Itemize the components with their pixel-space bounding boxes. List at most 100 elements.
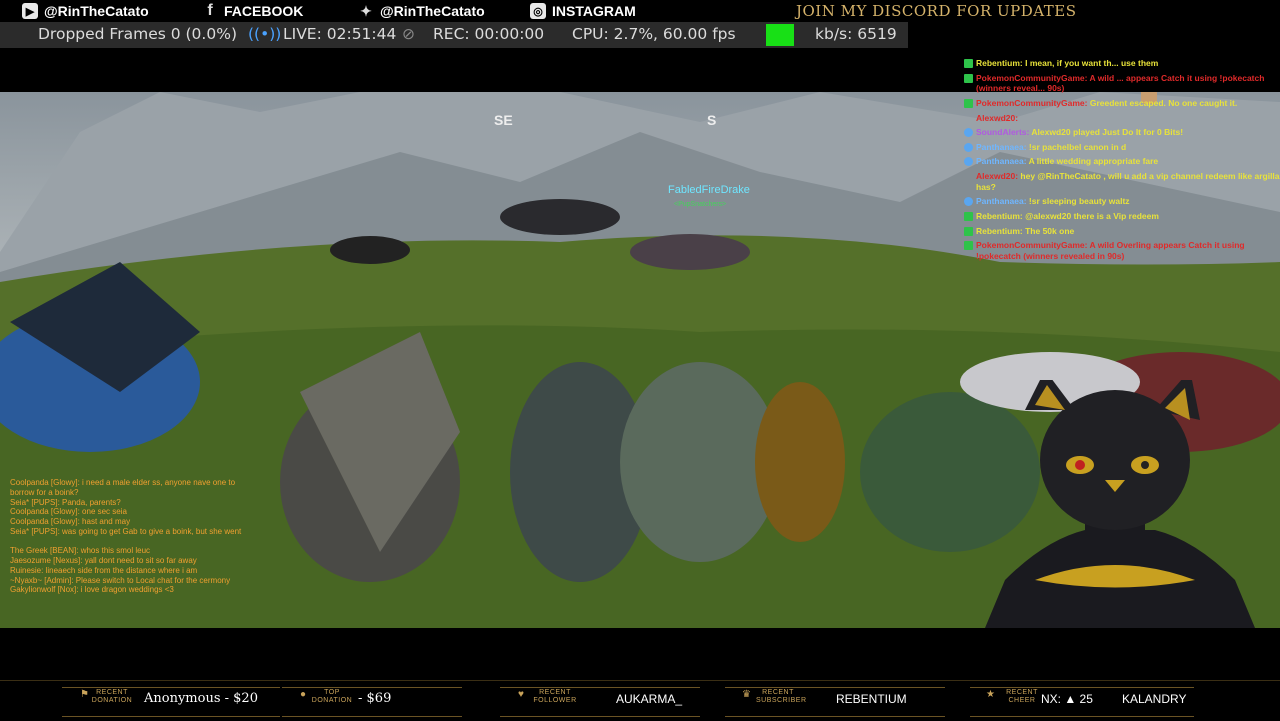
game-chat-line: The Greek [BEAN]: whos this smol leuc [10, 546, 151, 556]
top-donation-label: TOP DONATION [311, 689, 353, 705]
chat-username[interactable]: SoundAlerts: [976, 127, 1029, 137]
trophy-icon: ♛ [742, 689, 751, 700]
recent-follower-value: AUKARMA_ [616, 692, 683, 706]
chat-username[interactable]: Rebentium: [976, 226, 1023, 236]
chat-message: Rebentium: The 50k one [962, 226, 1280, 237]
twitch-chat: Rebentium: I mean, if you want th... use… [962, 58, 1280, 265]
top-donation-value: - $69 [358, 691, 392, 706]
moneybag-icon: ● [300, 689, 307, 700]
game-chat-line: Coolpanda [Glowy]: hast and may [10, 517, 131, 526]
chat-text: I mean, if you want th... use them [1022, 58, 1159, 68]
chat-username[interactable]: Alexwd20: [976, 113, 1018, 123]
facebook-icon: f [207, 2, 213, 19]
game-chat-line: ~Nyaxb~ [Admin]: Please switch to Local … [10, 575, 231, 585]
chat-message: Panthanaea: !sr sleeping beauty waltz [962, 196, 1280, 207]
chat-text: !sr pachelbel canon in d [1026, 141, 1127, 152]
recent-cheer-value: NX: ▲ 25 [1041, 692, 1093, 706]
recent-subscriber-value: REBENTIUM [836, 692, 907, 706]
chat-username[interactable]: PokemonCommunityGame: [976, 98, 1087, 108]
game-chat-line: Seia* [PUPS]: Panda, parents? [10, 497, 121, 507]
instagram-label: INSTAGRAM [552, 3, 636, 19]
chat-message: PokemonCommunityGame: Greedent escaped. … [962, 98, 1280, 109]
game-chat-line: Seia* [PUPS]: was going to get Gab to gi… [10, 526, 242, 536]
checkmark-badge-icon [964, 73, 973, 83]
youtube-link[interactable]: ▶ @RinTheCatato [22, 2, 149, 20]
instagram-link[interactable]: ◎ INSTAGRAM [530, 2, 636, 20]
game-chat-line: borrow for a boink? [10, 487, 79, 497]
cpu-stats: CPU: 2.7%, 60.00 fps [572, 25, 736, 43]
youtube-icon: ▶ [22, 3, 38, 19]
chat-message: PokemonCommunityGame: A wild Overling ap… [962, 240, 1280, 261]
verified-badge-icon [964, 197, 973, 207]
chat-message: Rebentium: I mean, if you want th... use… [962, 58, 1280, 69]
checkmark-badge-icon [964, 226, 973, 236]
player-nameplate: FabledFireDrake [668, 184, 750, 196]
bitrate: kb/s: 6519 [815, 25, 897, 43]
discord-banner[interactable]: JOIN MY DISCORD FOR UPDATES [796, 2, 1077, 20]
twitter-icon: ✦ [360, 2, 372, 19]
verified-badge-icon [964, 142, 973, 152]
chat-text: hey @RinTheCatato , will u add a vip cha… [976, 171, 1280, 192]
recent-cheer-user: KALANDRY [1122, 692, 1187, 706]
recent-follower-label: RECENT FOLLOWER [533, 689, 577, 705]
twitter-handle: @RinTheCatato [380, 3, 485, 19]
recent-subscriber-label: RECENT SUBSCRIBER [756, 689, 807, 705]
chat-username[interactable]: PokemonCommunityGame: [976, 240, 1087, 250]
youtube-handle: @RinTheCatato [44, 3, 149, 19]
live-icon: ((•)) [248, 25, 282, 43]
recent-donation-value: Anonymous - $20 [144, 691, 258, 706]
facebook-link[interactable]: f FACEBOOK [202, 2, 303, 20]
chat-text: Alexwd20 played Just Do It for 0 Bits! [1029, 127, 1184, 138]
chat-username[interactable]: Rebentium: [976, 58, 1023, 68]
game-chat-line: Jaesozume [Nexus]: yall dont need to sit… [10, 556, 197, 565]
chat-username[interactable]: PokemonCommunityGame: [976, 73, 1087, 83]
live-timer: LIVE: 02:51:44 [283, 25, 397, 43]
facebook-label: FACEBOOK [224, 3, 304, 19]
star-icon: ★ [986, 689, 995, 700]
checkmark-badge-icon [964, 59, 973, 68]
donation-icon: ⚑ [80, 689, 89, 700]
game-chat-line: Coolpanda [Glowy]: i need a male elder s… [10, 478, 236, 487]
social-bar: ▶ @RinTheCatato f FACEBOOK ✦ @RinTheCata… [0, 0, 1280, 22]
twitter-link[interactable]: ✦ @RinTheCatato [358, 2, 485, 20]
chat-text: A little wedding appropriate fare [1026, 156, 1159, 167]
dropped-frames: Dropped Frames 0 (0.0%) [38, 25, 237, 43]
chat-username[interactable]: Rebentium: [976, 211, 1023, 221]
obs-stats-bar: Dropped Frames 0 (0.0%) ((•)) LIVE: 02:5… [0, 22, 908, 48]
compass-s: S [707, 112, 717, 128]
game-chat-line: Coolpanda [Glowy]: one sec seia [10, 507, 127, 517]
rec-icon: ⊘ [402, 25, 415, 43]
chat-message: Rebentium: @alexwd20 there is a Vip rede… [962, 211, 1280, 222]
checkmark-badge-icon [964, 241, 973, 251]
chat-text: The 50k one [1022, 225, 1075, 236]
checkmark-badge-icon [964, 211, 973, 221]
vtuber-avatar [985, 380, 1255, 628]
player-tribe: <PupSnatchers> [674, 201, 727, 208]
stream-alert-bar: ⚑ RECENT DONATION Anonymous - $20 ● TOP … [0, 680, 1280, 721]
instagram-icon: ◎ [530, 3, 546, 19]
chat-message: SoundAlerts: Alexwd20 played Just Do It … [962, 127, 1280, 138]
game-chat-line: Gakylionwolf [Nox]: i love dragon weddin… [10, 585, 174, 595]
verified-badge-icon [964, 157, 973, 167]
recent-cheer-label: RECENT CHEER [1006, 689, 1038, 705]
rec-timer: REC: 00:00:00 [433, 25, 545, 43]
game-chat: Coolpanda [Glowy]: i need a male elder s… [10, 478, 280, 595]
stream-health-indicator [766, 24, 794, 46]
chat-username[interactable]: Panthanaea: [976, 156, 1027, 166]
recent-donation-label: RECENT DONATION [91, 689, 133, 705]
verified-badge-icon [964, 128, 973, 138]
chat-message: Panthanaea: !sr pachelbel canon in d [962, 142, 1280, 153]
game-chat-line [10, 537, 280, 547]
chat-message: Panthanaea: A little wedding appropriate… [962, 156, 1280, 167]
chat-text: @alexwd20 there is a Vip redeem [1022, 210, 1159, 221]
chat-text: Greedent escaped. No one caught it. [1087, 97, 1238, 108]
chat-message: Alexwd20: hey @RinTheCatato , will u add… [962, 171, 1280, 192]
chat-message: PokemonCommunityGame: A wild ... appears… [962, 73, 1280, 94]
compass-se: SE [494, 112, 513, 128]
chat-username[interactable]: Panthanaea: [976, 142, 1027, 152]
chat-username[interactable]: Panthanaea: [976, 196, 1027, 206]
chat-username[interactable]: Alexwd20: [976, 171, 1018, 181]
game-chat-line: Ruinesie: lineaech side from the distanc… [10, 565, 198, 575]
chat-text: !sr sleeping beauty waltz [1026, 196, 1130, 207]
chat-message: Alexwd20: [962, 113, 1280, 124]
